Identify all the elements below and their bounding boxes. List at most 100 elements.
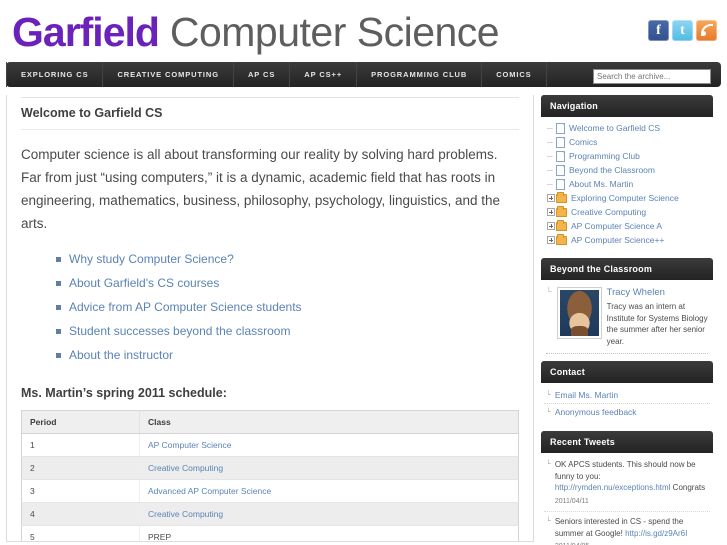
table-row: 2 Creative Computing [21, 456, 519, 480]
file-icon [556, 136, 565, 148]
nav-tree-item[interactable]: ─ Welcome to Garfield CS [545, 121, 709, 135]
file-icon [556, 164, 565, 176]
link-why-study-cs[interactable]: Why study Computer Science? [69, 252, 234, 266]
table-row: 5 PREP [21, 525, 519, 541]
cell-period: 1 [21, 433, 140, 457]
tweet-list: └ OK APCS students. This should now be fu… [544, 455, 710, 545]
tree-dash-icon: ─ [547, 165, 553, 175]
link-about-courses[interactable]: About Garfield's CS courses [69, 276, 219, 290]
tweet-text-after: Congrats [670, 483, 706, 492]
expand-plus-icon[interactable] [547, 222, 555, 230]
widget-divider [546, 353, 708, 354]
tweet-date: 2011/04/11 [554, 497, 589, 505]
expand-plus-icon[interactable] [547, 194, 555, 202]
cell-class: AP Computer Science [139, 433, 519, 457]
link-student-successes[interactable]: Student successes beyond the classroom [69, 324, 290, 338]
tree-dash-icon: ─ [547, 151, 553, 161]
nav-tree-link[interactable]: Creative Computing [571, 207, 646, 217]
navigation-tree: ─ Welcome to Garfield CS ─ Comics ─ Programmi… [545, 121, 709, 247]
rss-icon[interactable] [696, 20, 717, 41]
table-row: 4 Creative Computing [21, 502, 519, 526]
tweet-body: OK APCS students. This should now be fun… [555, 459, 708, 507]
nav-tree-link[interactable]: Welcome to Garfield CS [569, 123, 660, 133]
nav-tree-link[interactable]: AP Computer Science++ [571, 235, 664, 245]
nav-tree-item[interactable]: ─ About Ms. Martin [545, 177, 709, 191]
avatar [556, 287, 602, 339]
nav-item-ap-cs-plusplus[interactable]: AP CS++ [290, 62, 358, 87]
nav-tree-link[interactable]: Beyond the Classroom [569, 165, 655, 175]
expand-plus-icon[interactable] [547, 236, 555, 244]
site-title-rest: Computer Science [158, 9, 500, 55]
cell-class: Advanced AP Computer Science [139, 479, 519, 503]
nav-tree-item[interactable]: Creative Computing [545, 205, 709, 219]
link-about-instructor[interactable]: About the instructor [69, 348, 173, 362]
nav-tree-link[interactable]: Exploring Computer Science [571, 193, 679, 203]
list-item: └ Email Ms. Martin [544, 387, 710, 403]
nav-tree-item[interactable]: Exploring Computer Science [545, 191, 709, 205]
nav-tree-link[interactable]: Comics [569, 137, 597, 147]
tweet-link[interactable]: http://rymden.nu/exceptions.html [555, 483, 671, 492]
nav-item-programming-club[interactable]: PROGRAMMING CLUB [357, 62, 483, 87]
list-item: About the instructor [56, 347, 519, 364]
nav-item-creative-computing[interactable]: CREATIVE COMPUTING [103, 62, 234, 87]
class-link[interactable]: Creative Computing [148, 463, 223, 473]
site-header: Garfield Computer Science f t [0, 0, 727, 62]
person-name-link[interactable]: Tracy Whelen [607, 287, 708, 298]
folder-icon [556, 191, 567, 203]
class-link[interactable]: Creative Computing [148, 509, 223, 519]
twitter-icon[interactable]: t [672, 20, 693, 41]
link-advice-students[interactable]: Advice from AP Computer Science students [69, 300, 302, 314]
file-icon [556, 122, 565, 134]
widget-recent-tweets: Recent Tweets └ OK APCS students. This sh… [541, 431, 713, 545]
intro-paragraph: Computer science is all about transformi… [21, 147, 501, 231]
tree-elbow-icon: └ [546, 390, 551, 400]
table-row: 1 AP Computer Science [21, 433, 519, 457]
tweet-link[interactable]: http://is.gd/z9Ar6I [625, 529, 687, 538]
nav-tree-item[interactable]: ─ Programming Club [545, 149, 709, 163]
widget-contact: Contact └ Email Ms. Martin └ Anonymous feed… [541, 361, 713, 424]
nav-tree-item[interactable]: ─ Comics [545, 135, 709, 149]
main-content: Welcome to Garfield CS Computer science … [6, 95, 534, 542]
nav-tree-link[interactable]: Programming Club [569, 151, 640, 161]
widget-beyond-classroom: Beyond the Classroom └ Tracy Whelen Trac… [541, 258, 713, 354]
nav-tree-item[interactable]: ─ Beyond the Classroom [545, 163, 709, 177]
nav-item-comics[interactable]: COMICS [482, 62, 547, 87]
cell-period: 2 [21, 456, 140, 480]
list-item: About Garfield's CS courses [56, 275, 519, 292]
nav-tree-item[interactable]: AP Computer Science A [545, 219, 709, 233]
nav-tree-item[interactable]: AP Computer Science++ [545, 233, 709, 247]
tweet-text: OK APCS students. This should now be fun… [554, 460, 696, 481]
contact-list: └ Email Ms. Martin └ Anonymous feedback [544, 387, 710, 420]
content-wrapper: Welcome to Garfield CS Computer science … [0, 87, 727, 545]
list-item: Student successes beyond the classroom [56, 323, 519, 340]
contact-link[interactable]: Anonymous feedback [555, 407, 637, 417]
person-bio: Tracy was an intern at Institute for Sys… [606, 302, 708, 346]
cell-class: Creative Computing [139, 456, 519, 480]
column-header-period: Period [21, 410, 140, 434]
tree-dash-icon: ─ [547, 123, 553, 133]
nav-tree-link[interactable]: About Ms. Martin [569, 179, 633, 189]
column-header-class: Class [139, 410, 519, 434]
expand-plus-icon[interactable] [547, 208, 555, 216]
class-link[interactable]: Advanced AP Computer Science [148, 486, 271, 496]
widget-tweets-title: Recent Tweets [541, 431, 713, 453]
nav-tree-link[interactable]: AP Computer Science A [571, 221, 662, 231]
page-title: Welcome to Garfield CS [21, 97, 519, 130]
cell-period: 5 [21, 525, 140, 541]
folder-icon [556, 219, 567, 231]
search-input[interactable] [593, 69, 711, 84]
site-title-brand: Garfield [12, 9, 160, 55]
class-link[interactable]: AP Computer Science [148, 440, 231, 450]
social-links: f t [648, 20, 717, 41]
nav-item-exploring-cs[interactable]: EXPLORING CS [6, 62, 104, 87]
quick-links-list: Why study Computer Science? About Garfie… [21, 251, 519, 364]
list-item: └ Seniors interested in CS - spend the su… [544, 511, 710, 545]
tree-dash-icon: ─ [547, 179, 553, 189]
sidebar: Navigation ─ Welcome to Garfield CS ─ Comic… [541, 95, 713, 545]
list-item: Advice from AP Computer Science students [56, 299, 519, 316]
widget-contact-title: Contact [541, 361, 713, 383]
contact-link[interactable]: Email Ms. Martin [555, 390, 618, 400]
tree-dash-icon: ─ [547, 137, 553, 147]
nav-item-ap-cs[interactable]: AP CS [234, 62, 291, 87]
facebook-icon[interactable]: f [648, 20, 669, 41]
